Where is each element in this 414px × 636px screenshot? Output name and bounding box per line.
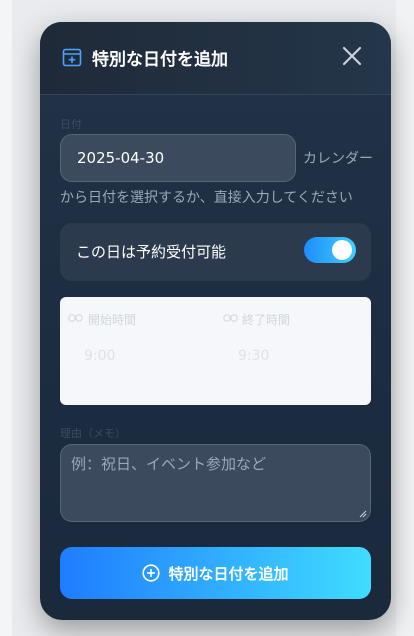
resize-handle-icon[interactable] — [359, 510, 367, 518]
availability-toggle[interactable] — [304, 237, 356, 263]
end-time-input[interactable]: 9:30 — [214, 331, 354, 381]
plus-circle-icon — [142, 564, 161, 582]
date-label: 日付 — [60, 118, 82, 131]
date-hint-line1: カレンダー — [303, 151, 373, 167]
add-special-date-button[interactable]: 特別な日付を追加 — [60, 547, 371, 599]
start-time-label: 開始時間 — [88, 313, 137, 327]
calendar-plus-icon — [62, 48, 82, 67]
memo-placeholder: 例：祝日、イベント参加など — [71, 455, 267, 473]
memo-textarea[interactable]: 例：祝日、イベント参加など — [60, 444, 371, 522]
date-hint-line2: から日付を選択するか、直接入力してください — [60, 190, 353, 206]
time-range-card: 開始時間 9:00 終了時間 9:30 — [60, 297, 371, 405]
page-background-left — [0, 0, 12, 636]
memo-label: 理由（メモ） — [60, 427, 126, 440]
toggle-knob — [332, 240, 352, 260]
modal-title: 特別な日付を追加 — [92, 50, 228, 70]
availability-card: この日は予約受付可能 — [60, 223, 371, 281]
add-special-date-modal: 特別な日付を追加 日付 2025-04-30 カレンダー から日付を選択するか、… — [40, 22, 391, 620]
modal-header: 特別な日付を追加 — [40, 22, 391, 95]
availability-label: この日は予約受付可能 — [76, 243, 227, 261]
start-time-input[interactable]: 9:00 — [60, 331, 200, 381]
submit-label: 特別な日付を追加 — [168, 564, 289, 583]
date-input[interactable]: 2025-04-30 — [60, 134, 296, 182]
clock-icon — [223, 314, 238, 322]
end-time-label: 終了時間 — [242, 313, 291, 327]
page-background-right — [396, 0, 414, 636]
close-icon[interactable] — [340, 44, 364, 68]
clock-icon — [68, 314, 83, 322]
